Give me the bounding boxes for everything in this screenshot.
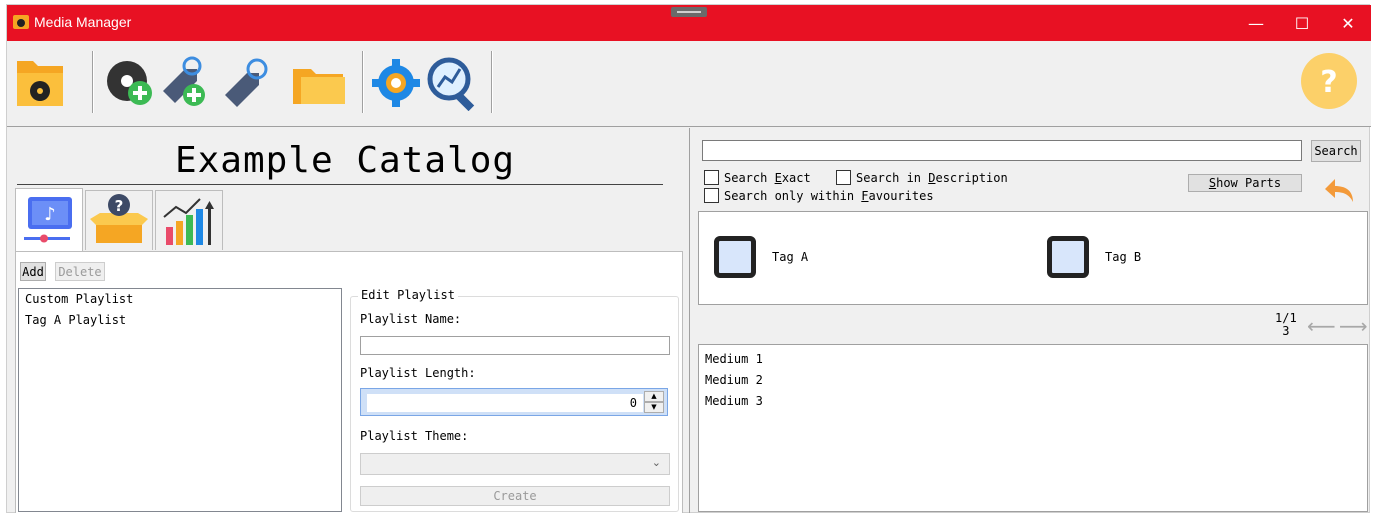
search-description-label: Search in Description xyxy=(856,170,1008,185)
add-medium-button[interactable] xyxy=(103,51,157,111)
add-tag-icon xyxy=(163,56,205,106)
add-medium-icon xyxy=(107,61,152,105)
open-catalog-icon xyxy=(17,61,63,106)
playlist-length-value[interactable]: 0 xyxy=(367,394,643,412)
settings-icon xyxy=(372,59,420,107)
search-favourites-checkbox[interactable]: Search only within Favourites xyxy=(704,188,934,203)
catalog-panel: Example Catalog ♪ ? Add Delete Custom Pl… xyxy=(7,128,683,513)
help-glyph: ? xyxy=(1320,65,1337,100)
playlist-list[interactable]: Custom Playlist Tag A Playlist xyxy=(18,288,342,512)
spin-down-icon[interactable]: ▼ xyxy=(644,402,664,413)
panel-splitter[interactable] xyxy=(689,128,693,513)
search-input[interactable] xyxy=(702,140,1302,161)
prev-page-icon[interactable]: ⟵ xyxy=(1307,314,1336,338)
catalog-title: Example Catalog xyxy=(174,140,516,181)
title-divider xyxy=(17,184,663,185)
checkbox-box[interactable] xyxy=(704,188,719,203)
bar-chart-icon xyxy=(163,198,214,245)
next-page-icon[interactable]: ⟶ xyxy=(1339,314,1368,338)
drag-grip-icon[interactable] xyxy=(671,7,707,17)
tag-a-label: Tag A xyxy=(772,250,809,264)
tab-statistics[interactable] xyxy=(155,190,223,250)
list-item[interactable]: Tag A Playlist xyxy=(19,310,341,331)
app-icon xyxy=(13,15,29,29)
playlist-name-label: Playlist Name: xyxy=(360,312,462,326)
window-title: Media Manager xyxy=(34,14,132,30)
folder-button[interactable] xyxy=(289,51,345,111)
svg-text:♪: ♪ xyxy=(44,204,56,225)
tag-b-checkbox[interactable] xyxy=(1047,236,1089,278)
list-item[interactable]: Medium 1 xyxy=(699,349,1367,370)
statistics-search-icon xyxy=(427,57,475,112)
checkbox-box[interactable] xyxy=(836,170,851,185)
search-exact-label: Search Exact xyxy=(724,170,811,185)
playlist-length-stepper[interactable]: 0 ▲ ▼ xyxy=(360,388,668,416)
media-list[interactable]: Medium 1 Medium 2 Medium 3 xyxy=(698,344,1368,512)
edit-tags-icon xyxy=(225,58,268,107)
app-window: Media Manager — ☐ ✕ ? Example Catalog ♪ … xyxy=(6,4,1371,513)
tab-unknown[interactable]: ? xyxy=(85,190,153,250)
add-playlist-button[interactable]: Add xyxy=(20,262,46,281)
svg-text:?: ? xyxy=(115,197,124,215)
toolbar-separator xyxy=(92,51,94,113)
show-parts-button[interactable]: Show Parts xyxy=(1188,174,1302,192)
settings-button[interactable] xyxy=(369,51,423,111)
playlist-length-label: Playlist Length: xyxy=(360,366,476,380)
playlist-name-input[interactable] xyxy=(360,336,670,355)
help-button[interactable]: ? xyxy=(1299,51,1357,111)
maximize-button[interactable]: ☐ xyxy=(1279,5,1325,41)
search-button[interactable]: Search xyxy=(1311,140,1361,162)
edit-playlist-legend: Edit Playlist xyxy=(358,288,458,302)
close-button[interactable]: ✕ xyxy=(1325,5,1371,41)
playlist-theme-select[interactable]: ⌄ xyxy=(360,453,670,475)
create-playlist-button[interactable]: Create xyxy=(360,486,670,506)
length-spinner[interactable]: ▲ ▼ xyxy=(644,391,664,413)
toolbar-separator xyxy=(491,51,493,113)
music-playlist-icon: ♪ xyxy=(24,197,72,243)
search-favourites-label: Search only within Favourites xyxy=(724,188,934,203)
playlists-panel: Add Delete Custom Playlist Tag A Playlis… xyxy=(15,251,683,513)
tag-filter-area: Tag A Tag B xyxy=(698,211,1368,305)
toolbar: ? xyxy=(7,41,1371,127)
result-count: 3 xyxy=(1282,324,1290,338)
question-box-icon: ? xyxy=(90,194,148,243)
minimize-button[interactable]: — xyxy=(1233,5,1279,41)
list-item[interactable]: Medium 3 xyxy=(699,391,1367,412)
tag-a-checkbox[interactable] xyxy=(714,236,756,278)
open-catalog-button[interactable] xyxy=(13,51,67,111)
page-indicator: 1/1 3 xyxy=(1275,312,1297,338)
statistics-search-button[interactable] xyxy=(423,51,477,112)
list-item[interactable]: Custom Playlist xyxy=(19,289,341,310)
folder-icon xyxy=(293,69,345,104)
chevron-down-icon: ⌄ xyxy=(651,456,661,469)
search-panel: Search Search Exact Search in Descriptio… xyxy=(695,128,1371,513)
checkbox-box[interactable] xyxy=(704,170,719,185)
search-description-checkbox[interactable]: Search in Description xyxy=(836,170,1008,185)
delete-playlist-button[interactable]: Delete xyxy=(55,262,105,281)
help-icon: ? xyxy=(1301,53,1357,109)
tag-b-label: Tag B xyxy=(1105,250,1142,264)
spin-up-icon[interactable]: ▲ xyxy=(644,391,664,402)
list-item[interactable]: Medium 2 xyxy=(699,370,1367,391)
search-exact-checkbox[interactable]: Search Exact xyxy=(704,170,811,185)
edit-tags-button[interactable] xyxy=(217,51,271,111)
title-bar[interactable]: Media Manager — ☐ ✕ xyxy=(7,5,1371,41)
tab-playlists[interactable]: ♪ xyxy=(15,188,83,252)
playlist-theme-label: Playlist Theme: xyxy=(360,429,469,443)
undo-icon[interactable] xyxy=(1323,176,1357,204)
add-tag-button[interactable] xyxy=(157,51,211,111)
toolbar-separator xyxy=(362,51,364,113)
